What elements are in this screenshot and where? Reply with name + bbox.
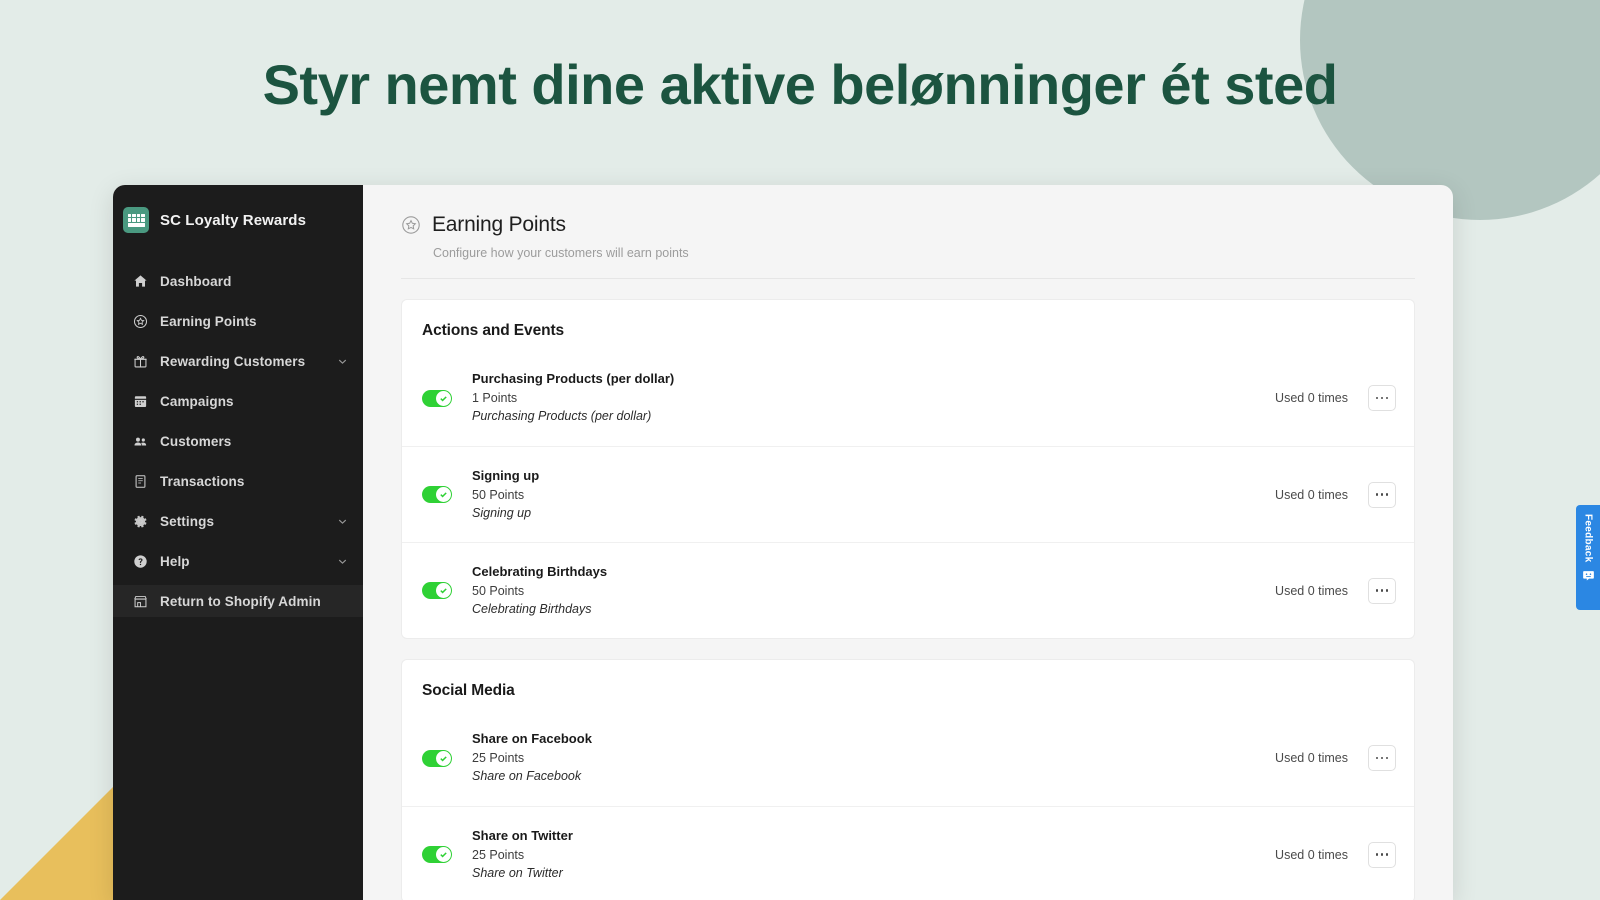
toggle-knob xyxy=(436,487,451,502)
card-rows: Purchasing Products (per dollar) 1 Point… xyxy=(402,350,1414,638)
row-points: 50 Points xyxy=(472,487,525,502)
chevron-down-icon[interactable] xyxy=(336,515,349,528)
table-row[interactable]: Share on Twitter 25 Points Share on Twit… xyxy=(402,806,1414,900)
table-row[interactable]: Celebrating Birthdays 50 Points Celebrat… xyxy=(402,542,1414,638)
page-title: Earning Points xyxy=(432,213,566,236)
row-name: Signing up xyxy=(472,467,540,483)
table-row[interactable]: Signing up 50 Points Signing up Used 0 t… xyxy=(402,446,1414,542)
row-name: Purchasing Products (per dollar) xyxy=(472,371,675,387)
row-description: Purchasing Products (per dollar) xyxy=(472,409,652,424)
row-actions-menu-button[interactable] xyxy=(1368,385,1396,411)
star-circle-icon xyxy=(133,314,148,329)
sidebar-item-customers[interactable]: Customers xyxy=(113,425,363,457)
card-social-media: Social Media Share on Facebook 25 Points… xyxy=(401,659,1415,900)
row-name: Share on Facebook xyxy=(472,731,592,747)
gift-icon xyxy=(133,354,148,369)
sidebar-item-label: Dashboard xyxy=(160,273,232,289)
app-logo-icon xyxy=(123,207,149,233)
row-name: Share on Twitter xyxy=(472,827,573,843)
enable-toggle[interactable] xyxy=(422,582,452,599)
page-headline: Styr nemt dine aktive belønninger ét ste… xyxy=(262,53,1338,116)
row-texts: Share on Facebook 25 Points Share on Fac… xyxy=(472,730,1275,785)
row-used-count: Used 0 times xyxy=(1275,751,1348,765)
row-description: Share on Facebook xyxy=(472,769,582,784)
sidebar-item-return-to-shopify-admin[interactable]: Return to Shopify Admin xyxy=(113,585,363,617)
toggle-knob xyxy=(436,583,451,598)
card-actions-and-events: Actions and Events Purchasing Products (… xyxy=(401,299,1415,639)
sidebar-nav: Dashboard Earning Points Rewarding Custo… xyxy=(113,265,363,617)
row-texts: Purchasing Products (per dollar) 1 Point… xyxy=(472,370,1275,425)
enable-toggle[interactable] xyxy=(422,389,452,407)
sidebar-item-label: Settings xyxy=(160,513,215,529)
chevron-down-icon[interactable] xyxy=(336,555,349,568)
sidebar-item-settings[interactable]: Settings xyxy=(113,505,363,537)
row-texts: Signing up 50 Points Signing up xyxy=(472,467,1275,522)
row-used-count: Used 0 times xyxy=(1275,391,1348,405)
row-actions-menu-button[interactable] xyxy=(1368,745,1396,771)
sidebar-item-label: Customers xyxy=(160,433,232,449)
sidebar-item-earning-points[interactable]: Earning Points xyxy=(113,305,363,337)
page-subtitle: Configure how your customers will earn p… xyxy=(433,246,689,260)
feedback-tab[interactable]: Feedback xyxy=(1576,505,1600,610)
sidebar-item-label: Campaigns xyxy=(160,393,234,409)
row-description: Share on Twitter xyxy=(472,865,563,880)
content-area: Actions and Events Purchasing Products (… xyxy=(363,279,1453,900)
card-title: Social Media xyxy=(422,682,515,699)
sidebar-item-campaigns[interactable]: Campaigns xyxy=(113,385,363,417)
row-points: 50 Points xyxy=(472,583,525,598)
brand-name: SC Loyalty Rewards xyxy=(160,211,307,229)
sidebar-item-label: Transactions xyxy=(160,473,245,489)
sidebar-item-label: Return to Shopify Admin xyxy=(160,593,321,609)
row-description: Celebrating Birthdays xyxy=(472,601,592,616)
row-points: 1 Points xyxy=(472,391,518,406)
page-title-row: Earning Points xyxy=(401,213,1415,237)
sidebar-item-transactions[interactable]: Transactions xyxy=(113,465,363,497)
star-circle-icon xyxy=(401,215,421,235)
row-description: Signing up xyxy=(472,505,532,520)
sidebar-item-label: Earning Points xyxy=(160,313,257,329)
table-row[interactable]: Share on Facebook 25 Points Share on Fac… xyxy=(402,710,1414,806)
sidebar-item-label: Help xyxy=(160,553,190,569)
card-rows: Share on Facebook 25 Points Share on Fac… xyxy=(402,710,1414,900)
store-icon xyxy=(133,594,148,609)
sidebar-item-rewarding-customers[interactable]: Rewarding Customers xyxy=(113,345,363,377)
people-icon xyxy=(133,434,148,449)
app-window: SC Loyalty Rewards Dashboard Earning Poi… xyxy=(113,185,1453,900)
brand: SC Loyalty Rewards xyxy=(113,199,363,241)
home-icon xyxy=(133,274,148,289)
row-used-count: Used 0 times xyxy=(1275,583,1348,598)
chevron-down-icon[interactable] xyxy=(336,355,349,368)
main-content: Earning Points Configure how your custom… xyxy=(363,185,1453,900)
toggle-knob xyxy=(436,750,451,766)
page-header: Earning Points Configure how your custom… xyxy=(363,185,1453,260)
row-used-count: Used 0 times xyxy=(1275,847,1348,862)
enable-toggle[interactable] xyxy=(422,846,452,863)
table-row[interactable]: Purchasing Products (per dollar) 1 Point… xyxy=(402,350,1414,446)
toggle-knob xyxy=(436,847,451,862)
row-actions-menu-button[interactable] xyxy=(1368,577,1396,604)
row-name: Celebrating Birthdays xyxy=(472,563,608,579)
feedback-label: Feedback xyxy=(1582,514,1594,563)
row-points: 25 Points xyxy=(472,847,525,862)
smiley-chat-icon xyxy=(1582,569,1595,582)
gear-icon xyxy=(133,514,148,529)
row-points: 25 Points xyxy=(472,751,525,766)
sidebar-item-dashboard[interactable]: Dashboard xyxy=(113,265,363,297)
card-title: Actions and Events xyxy=(422,322,565,339)
enable-toggle[interactable] xyxy=(422,486,452,503)
row-actions-menu-button[interactable] xyxy=(1368,481,1396,508)
calendar-icon xyxy=(133,394,148,409)
row-actions-menu-button[interactable] xyxy=(1368,841,1396,868)
receipt-icon xyxy=(133,474,148,489)
row-used-count: Used 0 times xyxy=(1275,487,1348,502)
sidebar: SC Loyalty Rewards Dashboard Earning Poi… xyxy=(113,185,363,900)
row-texts: Share on Twitter 25 Points Share on Twit… xyxy=(472,827,1275,882)
enable-toggle[interactable] xyxy=(422,749,452,767)
sidebar-item-label: Rewarding Customers xyxy=(160,353,306,369)
toggle-knob xyxy=(436,390,451,406)
question-circle-icon xyxy=(133,554,148,569)
row-texts: Celebrating Birthdays 50 Points Celebrat… xyxy=(472,563,1275,618)
sidebar-item-help[interactable]: Help xyxy=(113,545,363,577)
